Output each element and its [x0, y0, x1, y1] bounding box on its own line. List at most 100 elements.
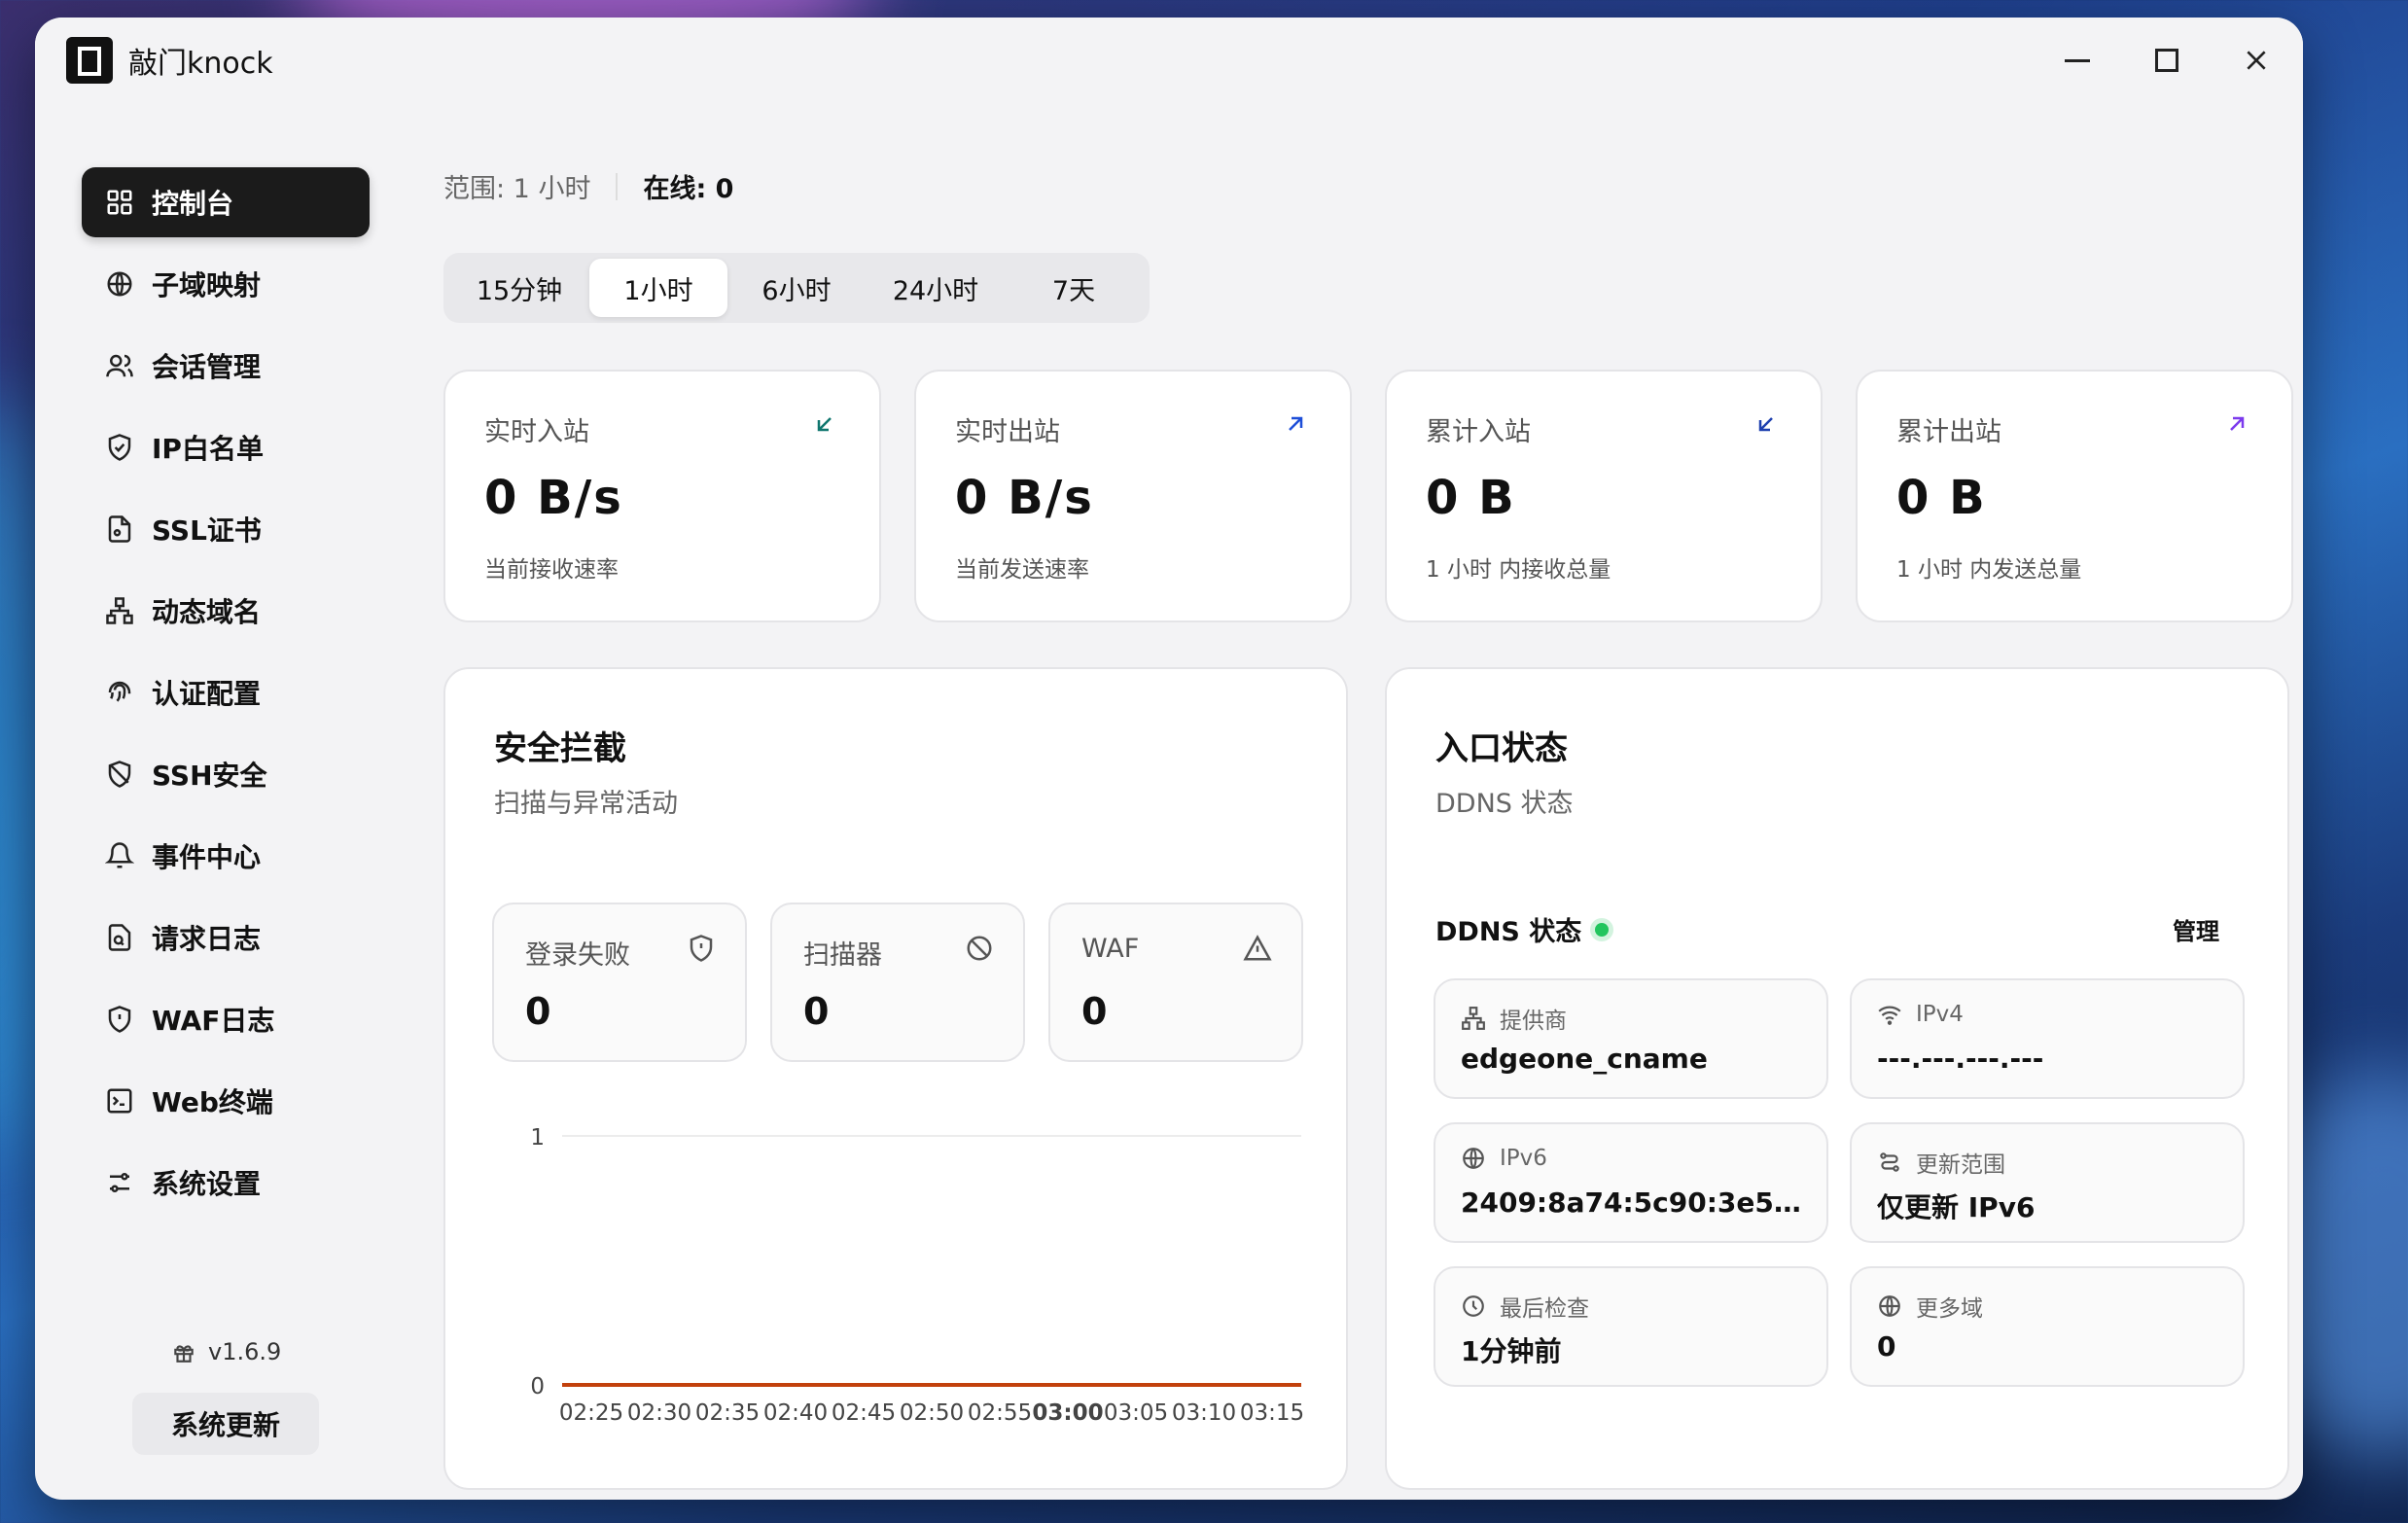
sidebar-item-label: 动态域名	[152, 596, 262, 628]
sidebar-item-settings[interactable]: 系统设置	[82, 1148, 370, 1218]
ipv6-field: IPv6 2409:8a74:5c90:3e50::...	[1434, 1122, 1828, 1243]
manage-button[interactable]: 管理	[2173, 912, 2219, 946]
sidebar-item-ssl[interactable]: SSL证书	[82, 494, 370, 564]
app-title: 敲门knock	[128, 47, 273, 81]
sidebar-item-label: 会话管理	[152, 351, 262, 383]
maximize-button[interactable]	[2143, 37, 2190, 84]
tab-6h[interactable]: 6小时	[727, 259, 866, 317]
x-tick-label: 02:55	[968, 1400, 1032, 1426]
sidebar-item-subdomain-mapping[interactable]: 子域映射	[82, 249, 370, 319]
x-tick-label: 02:50	[900, 1400, 964, 1426]
entry-status-panel: 入口状态 DDNS 状态 DDNS 状态 管理 提供商 edgeone_cnam…	[1385, 667, 2289, 1490]
provider-field: 提供商 edgeone_cname	[1434, 978, 1828, 1099]
range-status: 范围: 1 小时 在线: 0	[443, 167, 733, 205]
main-content: 范围: 1 小时 在线: 0 15分钟 1小时 6小时 24小时 7天 实时入站…	[408, 103, 2303, 1500]
fingerprint-icon	[103, 676, 136, 709]
close-button[interactable]	[2233, 37, 2280, 84]
status-indicator	[1595, 922, 1610, 937]
card-label: 登录失败	[525, 940, 630, 971]
shield-icon	[687, 934, 716, 963]
stat-subtitle: 1 小时 内发送总量	[1896, 557, 2082, 583]
panel-subtitle: 扫描与异常活动	[494, 789, 678, 819]
last-check-field: 最后检查 1分钟前	[1434, 1266, 1828, 1387]
field-value: 2409:8a74:5c90:3e50::...	[1461, 1187, 1811, 1219]
sidebar-item-ip-whitelist[interactable]: IP白名单	[82, 412, 370, 482]
version-label: v1.6.9	[171, 1338, 281, 1365]
gift-icon	[174, 1345, 194, 1363]
x-tick-label: 02:30	[627, 1400, 691, 1426]
bell-icon	[103, 839, 136, 872]
field-label: 最后检查	[1500, 1296, 1589, 1322]
x-tick-label: 02:45	[832, 1400, 896, 1426]
stat-card-total-in: 累计入站 0 B 1 小时 内接收总量	[1385, 370, 1823, 622]
clock-icon	[1463, 1295, 1484, 1317]
stat-value: 0 B/s	[955, 471, 1094, 525]
stat-label: 实时出站	[955, 417, 1060, 447]
field-value: 仅更新 IPv6	[1877, 1191, 2036, 1223]
minimize-icon	[2065, 58, 2090, 62]
maximize-icon	[2155, 49, 2178, 72]
sidebar-item-ddns[interactable]: 动态域名	[82, 576, 370, 646]
field-value: ---.---.---.---	[1877, 1043, 2044, 1075]
sidebar-item-label: 认证配置	[152, 678, 262, 710]
tab-7d[interactable]: 7天	[1006, 259, 1142, 317]
ipv4-field: IPv4 ---.---.---.---	[1850, 978, 2245, 1099]
sidebar-item-events[interactable]: 事件中心	[82, 821, 370, 891]
stat-label: 累计出站	[1896, 417, 2001, 447]
sidebar-item-label: 子域映射	[152, 269, 262, 301]
card-label: WAF	[1081, 934, 1140, 964]
sidebar-item-label: SSH安全	[152, 760, 267, 792]
sidebar-item-auth[interactable]: 认证配置	[82, 657, 370, 727]
login-failure-card: 登录失败 0	[492, 903, 747, 1062]
warning-icon	[1243, 934, 1272, 963]
app-window: 敲门knock 控制台 子域映射 会话管理 IP白名单 SSL证书 动态域名 认…	[35, 18, 2303, 1500]
x-tick-label: 02:25	[559, 1400, 623, 1426]
stat-subtitle: 1 小时 内接收总量	[1426, 557, 1611, 583]
sidebar-item-dashboard[interactable]: 控制台	[82, 167, 370, 237]
field-value: 1分钟前	[1461, 1335, 1562, 1367]
card-label: 扫描器	[803, 940, 882, 971]
tab-24h[interactable]: 24小时	[866, 259, 1006, 317]
field-value: edgeone_cname	[1461, 1043, 1708, 1075]
sidebar-item-request-logs[interactable]: 请求日志	[82, 903, 370, 973]
certificate-icon	[103, 513, 136, 546]
stat-value: 0 B	[1426, 471, 1516, 525]
system-update-button[interactable]: 系统更新	[132, 1393, 319, 1455]
arrow-up-right-icon	[1289, 416, 1303, 431]
x-tick-label: 03:15	[1240, 1400, 1304, 1426]
tab-15m[interactable]: 15分钟	[449, 259, 589, 317]
sidebar-item-ssh[interactable]: SSH安全	[82, 739, 370, 809]
network-icon	[103, 267, 136, 301]
sidebar-item-label: IP白名单	[152, 433, 264, 465]
tab-1h[interactable]: 1小时	[589, 259, 727, 317]
more-domains-field: 更多域 0	[1850, 1266, 2245, 1387]
globe-icon	[1463, 1148, 1484, 1169]
range-label: 范围: 1 小时	[443, 174, 591, 204]
stat-card-realtime-out: 实时出站 0 B/s 当前发送速率	[914, 370, 1352, 622]
x-tick-label: 03:05	[1104, 1400, 1168, 1426]
shield-check-icon	[103, 431, 136, 464]
update-scope-field: 更新范围 仅更新 IPv6	[1850, 1122, 2245, 1243]
minimize-button[interactable]	[2054, 37, 2101, 84]
ddns-status-label: DDNS 状态	[1435, 917, 1582, 947]
sidebar-item-sessions[interactable]: 会话管理	[82, 331, 370, 401]
x-tick-label: 03:10	[1172, 1400, 1236, 1426]
divider	[616, 172, 619, 200]
terminal-icon	[103, 1084, 136, 1117]
sidebar-item-label: 系统设置	[152, 1168, 262, 1200]
time-range-tabs: 15分钟 1小时 6小时 24小时 7天	[443, 253, 1150, 323]
sidebar-item-label: 请求日志	[152, 923, 262, 955]
stat-card-realtime-in: 实时入站 0 B/s 当前接收速率	[443, 370, 881, 622]
sidebar-item-waf-logs[interactable]: WAF日志	[82, 984, 370, 1054]
sidebar-item-web-terminal[interactable]: Web终端	[82, 1066, 370, 1136]
card-value: 0	[803, 990, 830, 1033]
users-icon	[103, 349, 136, 382]
stat-card-total-out: 累计出站 0 B 1 小时 内发送总量	[1856, 370, 2293, 622]
sidebar: 控制台 子域映射 会话管理 IP白名单 SSL证书 动态域名 认证配置 SSH安…	[35, 103, 405, 1500]
x-tick-label: 02:35	[695, 1400, 760, 1426]
field-value: 0	[1877, 1330, 1896, 1363]
field-label: 更多域	[1916, 1296, 1983, 1322]
online-count: 在线: 0	[643, 174, 734, 204]
stat-value: 0 B/s	[484, 471, 623, 525]
stat-label: 累计入站	[1426, 417, 1531, 447]
